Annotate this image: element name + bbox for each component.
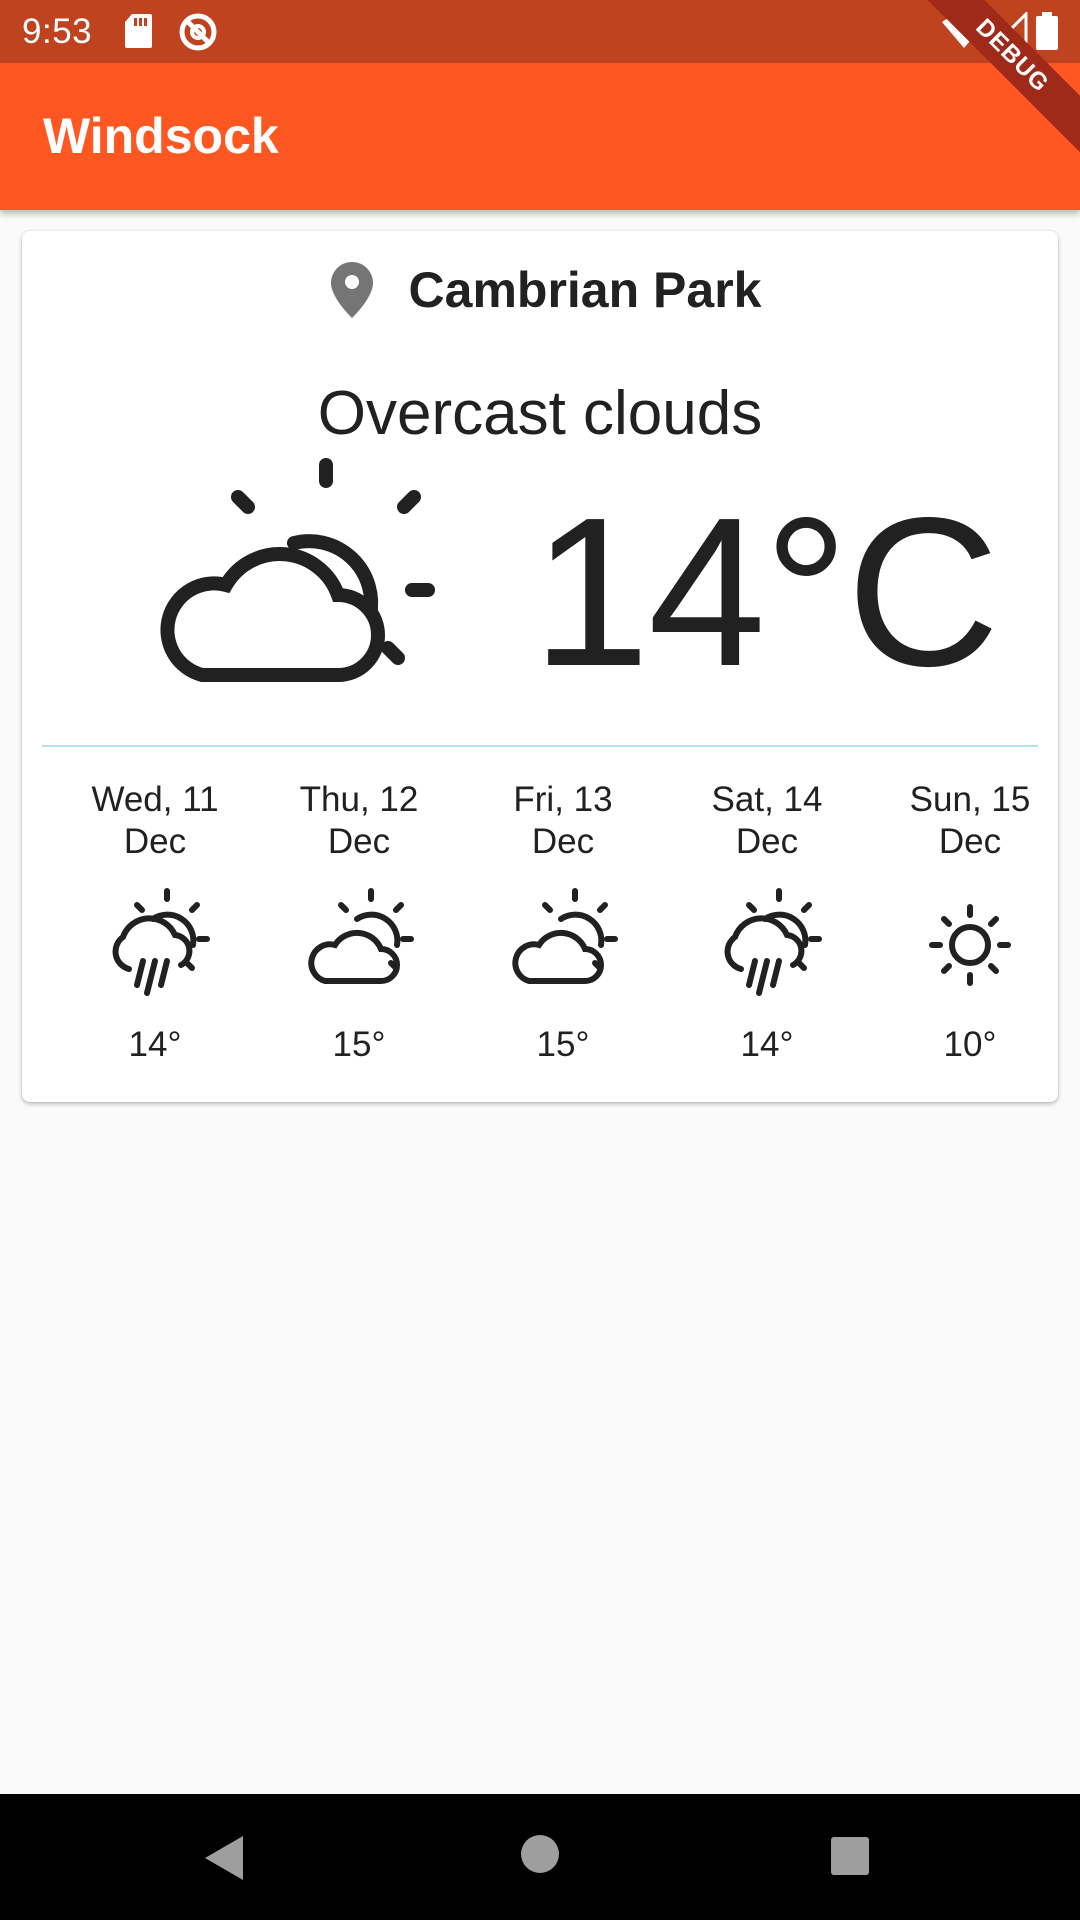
navigation-bar xyxy=(0,1794,1080,1920)
forecast-day: Sat, 14 Dec 14° xyxy=(677,779,857,1065)
partly-cloudy-icon xyxy=(308,888,414,984)
forecast-row: Wed, 11 Dec 14° Thu, 12 Dec 15° Fri, 13 … xyxy=(22,779,1058,1079)
status-bar: 9:53 xyxy=(0,0,1080,63)
app-bar: Windsock xyxy=(0,63,1080,210)
forecast-day-label: Wed, 11 xyxy=(91,780,219,819)
rain-partly-cloudy-icon xyxy=(724,888,822,996)
screen: 9:53 DEBUG Windsock Cambrian Park Overca… xyxy=(0,0,1080,1920)
app-title: Windsock xyxy=(43,108,279,164)
battery-icon xyxy=(1036,12,1058,50)
forecast-temp: 14° xyxy=(128,1025,182,1064)
forecast-day: Thu, 12 Dec 15° xyxy=(269,779,449,1065)
status-time: 9:53 xyxy=(22,12,93,51)
forecast-temp: 14° xyxy=(740,1025,794,1064)
forecast-month-label: Dec xyxy=(735,822,799,861)
divider xyxy=(42,745,1038,747)
forecast-day-label: Fri, 13 xyxy=(513,780,613,819)
back-icon[interactable] xyxy=(203,1834,245,1882)
current-temperature: 14°C xyxy=(532,473,1000,710)
forecast-month-label: Dec xyxy=(938,822,1002,861)
sun-icon xyxy=(929,904,1011,986)
partly-cloudy-icon xyxy=(512,888,618,984)
condition-text: Overcast clouds xyxy=(317,379,763,448)
home-icon[interactable] xyxy=(520,1834,560,1874)
forecast-temp: 15° xyxy=(536,1025,590,1064)
weather-card: Cambrian Park Overcast clouds 14°C Wed, … xyxy=(22,231,1058,1102)
partly-cloudy-icon xyxy=(160,458,435,682)
location-row: Cambrian Park xyxy=(22,255,1058,325)
sync-icon xyxy=(179,13,217,51)
forecast-day: Sun, 15 Dec 10° xyxy=(880,779,1060,1065)
rain-partly-cloudy-icon xyxy=(112,888,210,996)
location-pin-icon xyxy=(330,262,373,318)
forecast-day-label: Sat, 14 xyxy=(711,780,823,819)
forecast-day-label: Sun, 15 xyxy=(909,780,1031,819)
forecast-temp: 15° xyxy=(332,1025,386,1064)
forecast-month-label: Dec xyxy=(123,822,187,861)
forecast-day-label: Thu, 12 xyxy=(299,780,419,819)
forecast-temp: 10° xyxy=(943,1025,997,1064)
sd-card-icon xyxy=(125,14,152,48)
forecast-month-label: Dec xyxy=(327,822,391,861)
forecast-day: Fri, 13 Dec 15° xyxy=(473,779,653,1065)
location-name: Cambrian Park xyxy=(408,262,762,318)
forecast-day: Wed, 11 Dec 14° xyxy=(65,779,245,1065)
forecast-month-label: Dec xyxy=(531,822,595,861)
recents-icon[interactable] xyxy=(830,1836,870,1876)
